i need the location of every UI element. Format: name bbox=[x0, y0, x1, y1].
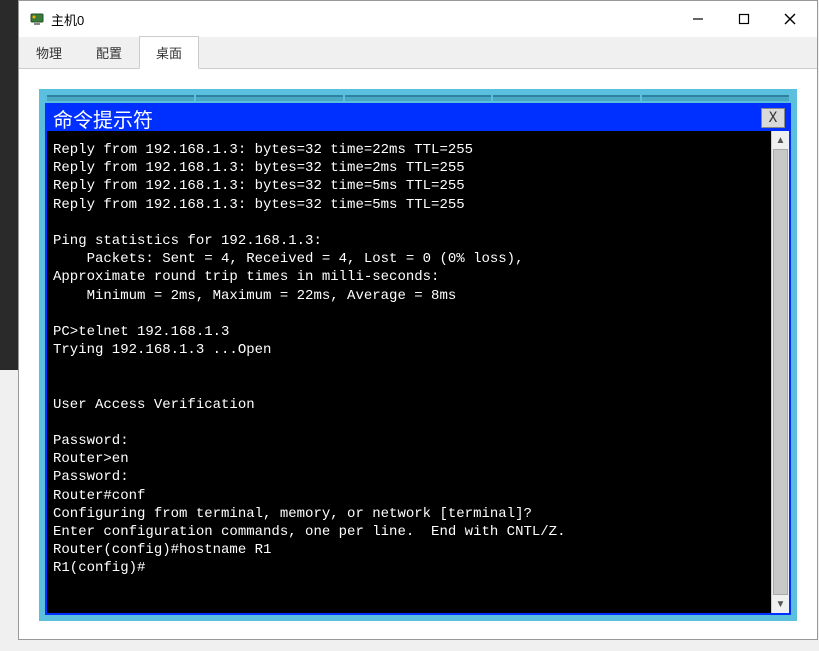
close-button[interactable] bbox=[767, 4, 813, 34]
terminal-output[interactable]: Reply from 192.168.1.3: bytes=32 time=22… bbox=[47, 131, 771, 613]
desktop-panel: 命令提示符 X Reply from 192.168.1.3: bytes=32… bbox=[19, 69, 817, 639]
scroll-up-button[interactable]: ▲ bbox=[772, 131, 789, 149]
terminal-title: 命令提示符 bbox=[53, 104, 153, 133]
window-controls bbox=[675, 4, 813, 34]
terminal-titlebar[interactable]: 命令提示符 X bbox=[47, 105, 789, 131]
app-icon bbox=[29, 11, 45, 27]
scroll-down-button[interactable]: ▼ bbox=[772, 595, 789, 613]
terminal-close-button[interactable]: X bbox=[761, 108, 785, 128]
maximize-button[interactable] bbox=[721, 4, 767, 34]
terminal-body-wrap: Reply from 192.168.1.3: bytes=32 time=22… bbox=[47, 131, 789, 613]
terminal-scrollbar[interactable]: ▲ ▼ bbox=[771, 131, 789, 613]
app-window: 主机0 物理 配置 桌面 命令提示符 X bbox=[18, 0, 818, 640]
editor-gutter-fragment bbox=[0, 0, 18, 370]
desktop-background: 命令提示符 X Reply from 192.168.1.3: bytes=32… bbox=[39, 89, 797, 621]
minimize-button[interactable] bbox=[675, 4, 721, 34]
tab-config[interactable]: 配置 bbox=[79, 36, 139, 68]
window-title: 主机0 bbox=[51, 10, 84, 29]
scroll-thumb[interactable] bbox=[773, 149, 788, 595]
tab-physical[interactable]: 物理 bbox=[19, 36, 79, 68]
tab-desktop[interactable]: 桌面 bbox=[139, 36, 199, 69]
command-prompt-window: 命令提示符 X Reply from 192.168.1.3: bytes=32… bbox=[45, 103, 791, 615]
tabbar: 物理 配置 桌面 bbox=[19, 37, 817, 69]
desktop-shortcut-row bbox=[45, 95, 791, 103]
titlebar[interactable]: 主机0 bbox=[19, 1, 817, 37]
